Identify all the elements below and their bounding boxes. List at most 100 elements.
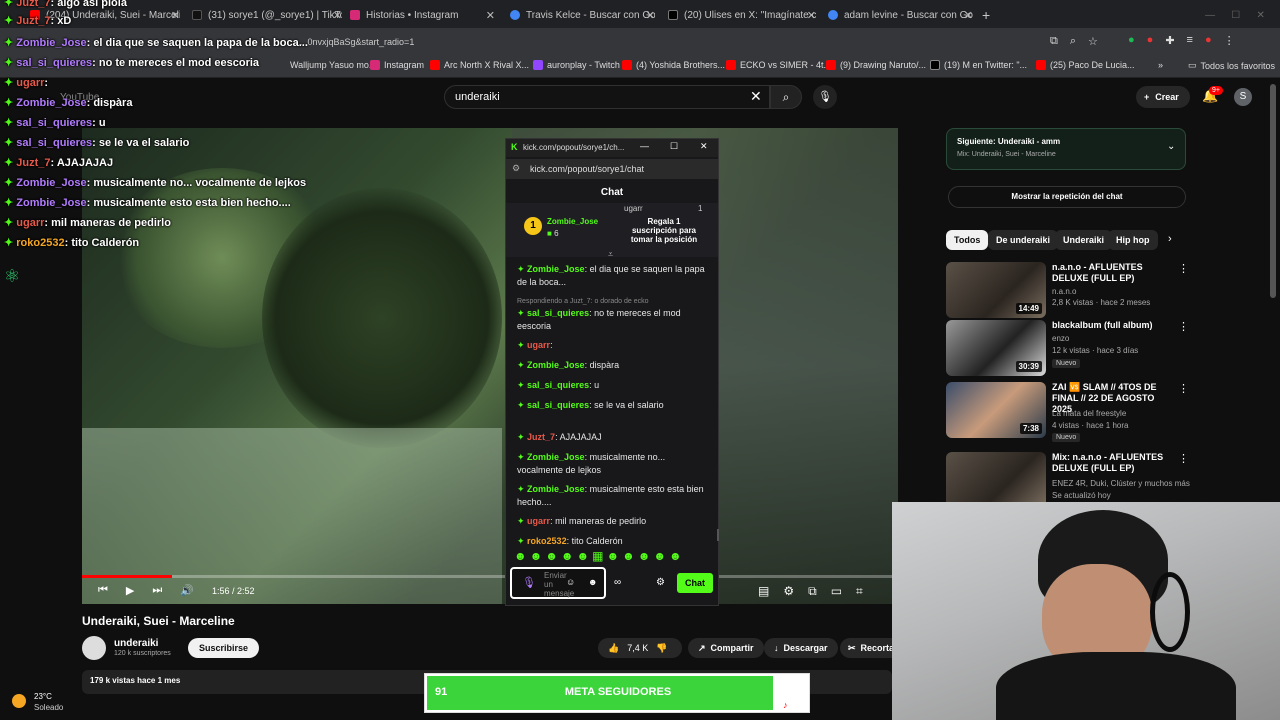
theater-mode-icon[interactable]: ▭: [831, 584, 842, 599]
maximize-icon[interactable]: ☐: [1231, 10, 1240, 21]
next-icon[interactable]: ⏭: [152, 584, 162, 597]
account-avatar[interactable]: S: [1234, 88, 1252, 106]
bookmarks-overflow-button[interactable]: »: [1158, 60, 1163, 70]
chat-message[interactable]: ✦ Juzt_7: AJAJAJAJ: [517, 431, 711, 444]
extensions-puzzle-icon[interactable]: ✚: [1165, 34, 1174, 47]
chat-message[interactable]: ✦ Zombie_Jose: musicalmente esto esta bi…: [517, 483, 711, 509]
close-tab-icon[interactable]: ✕: [807, 9, 816, 22]
chevron-down-icon[interactable]: ⌄: [1167, 141, 1175, 152]
like-icon[interactable]: 👍: [608, 643, 619, 653]
voice-search-button[interactable]: 🎙: [813, 85, 837, 109]
chat-username[interactable]: Juzt_7: [527, 432, 555, 442]
previous-icon[interactable]: ⏮: [98, 584, 108, 597]
all-favorites-folder[interactable]: ▭ Todos los favoritos: [1188, 60, 1275, 71]
chat-username[interactable]: Zombie_Jose: [527, 452, 585, 462]
tab-google-travis[interactable]: Travis Kelce - Buscar con Googl ✕: [510, 4, 655, 26]
create-button[interactable]: + Crear: [1136, 86, 1190, 108]
chat-message[interactable]: ✦ roko2532: tito Calderón: [517, 535, 711, 548]
bookmark-item[interactable]: (9) Drawing Naruto/...: [826, 60, 926, 70]
chat-message[interactable]: ✦ sal_si_quieres: u: [517, 379, 711, 392]
expand-leaderboard-icon[interactable]: ⩡: [608, 249, 613, 260]
clear-search-icon[interactable]: ✕: [750, 88, 762, 105]
more-options-icon[interactable]: ⋮: [1178, 262, 1189, 275]
close-tab-icon[interactable]: ✕: [333, 9, 342, 22]
recommended-video[interactable]: 30:39 blackalbum (full album) enzo 12 k …: [946, 320, 1189, 378]
bookmark-item[interactable]: auronplay - Twitch: [533, 60, 620, 70]
chat-username[interactable]: ugarr: [527, 516, 550, 526]
close-icon[interactable]: ✕: [700, 141, 708, 152]
url-field[interactable]: ...0nvxjqBaSg&start_radio=1: [300, 37, 414, 47]
profile-avatar-icon[interactable]: ●: [1205, 34, 1212, 47]
window-controls[interactable]: — ☐ ✕: [1200, 4, 1270, 26]
viewers-icon[interactable]: ∞: [614, 577, 621, 588]
show-chat-replay-button[interactable]: Mostrar la repetición del chat: [948, 186, 1186, 208]
chat-message[interactable]: ✦ sal_si_quieres: no te mereces el mod e…: [517, 307, 711, 333]
page-scrollbar[interactable]: [1270, 84, 1276, 298]
chat-message[interactable]: ✦ Zombie_Jose: dispàra: [517, 359, 711, 372]
chip-hip-hop[interactable]: Hip hop: [1108, 230, 1158, 250]
tab-tiktok[interactable]: (31) sorye1 (@_sorye1) | TikTok ✕: [192, 4, 342, 26]
search-input[interactable]: underaiki: [444, 85, 770, 109]
bookmark-item[interactable]: (4) Yoshida Brothers...: [622, 60, 725, 70]
send-chat-button[interactable]: Chat: [677, 573, 713, 593]
reading-list-icon[interactable]: ≡: [1187, 34, 1193, 47]
chat-username[interactable]: ugarr: [527, 340, 550, 350]
tab-google-adam[interactable]: adam levine - Buscar con Googl ✕: [828, 4, 973, 26]
maximize-icon[interactable]: ☐: [670, 141, 678, 152]
more-options-icon[interactable]: ⋮: [1178, 452, 1189, 465]
extension-icon[interactable]: ●: [1128, 34, 1135, 47]
recommended-video[interactable]: 7:38 ZAI 🆚 SLAM // 4TOS DE FINAL // 22 D…: [946, 382, 1189, 442]
dislike-icon[interactable]: 👎: [656, 643, 667, 653]
chat-message[interactable]: ✦ sal_si_quieres: se le va el salario: [517, 399, 711, 412]
close-tab-icon[interactable]: ✕: [171, 9, 180, 22]
recommended-video[interactable]: 14:49 n.a.n.o - AFLUENTES DELUXE (FULL E…: [946, 262, 1189, 320]
emote-bar[interactable]: ☻☻☻☻☻▦☻☻☻☻☻: [514, 549, 685, 563]
search-button[interactable]: ⌕: [770, 85, 802, 109]
chat-message[interactable]: ✦ Zombie_Jose: musicalmente no... vocalm…: [517, 451, 711, 477]
clip-button[interactable]: ✂ Recorta: [840, 638, 896, 658]
chat-username[interactable]: sal_si_quieres: [527, 400, 589, 410]
chat-settings-gear-icon[interactable]: ⚙: [656, 577, 665, 588]
chat-message[interactable]: ✦ ugarr: mil maneras de pedirlo: [517, 515, 711, 528]
close-tab-icon[interactable]: ✕: [486, 9, 495, 22]
play-icon[interactable]: ▶: [126, 584, 134, 597]
bookmark-item[interactable]: (19) M en Twitter: "...: [930, 60, 1027, 70]
chip-all[interactable]: Todos: [946, 230, 989, 250]
chat-scrollbar[interactable]: [717, 529, 719, 541]
more-options-icon[interactable]: ⋮: [1178, 320, 1189, 333]
volume-icon[interactable]: 🔊: [180, 584, 194, 597]
chat-username[interactable]: roko2532: [527, 536, 567, 546]
chip-from-underaiki[interactable]: De underaiki: [988, 230, 1059, 250]
video-progress-bar[interactable]: [82, 575, 898, 578]
chat-message[interactable]: ✦ Zombie_Jose: el dia que se saquen la p…: [517, 263, 711, 289]
close-tab-icon[interactable]: ✕: [964, 9, 973, 22]
install-icon[interactable]: ⧉: [1050, 35, 1058, 48]
chips-next-icon[interactable]: ›: [1168, 233, 1172, 245]
chip-underaiki[interactable]: Underaiki: [1055, 230, 1113, 250]
bookmark-item[interactable]: ECKO vs SIMER - 4t...: [726, 60, 831, 70]
microphone-icon[interactable]: 🎙: [522, 576, 536, 589]
chat-username[interactable]: Zombie_Jose: [527, 264, 585, 274]
bookmark-item[interactable]: Walljump Yasuo mo...: [290, 60, 376, 70]
bookmark-item[interactable]: (25) Paco De Lucia...: [1036, 60, 1135, 70]
chat-message-input[interactable]: 🎙 Enviar un mensaje ☺ ☻: [510, 567, 606, 599]
tab-x[interactable]: (20) Ulises en X: "Imagínate cas ✕: [668, 4, 816, 26]
bookmark-star-icon[interactable]: ☆: [1088, 35, 1098, 48]
site-settings-icon[interactable]: ⚙: [512, 163, 520, 174]
extension-icon[interactable]: ●: [1147, 34, 1154, 47]
download-button[interactable]: ↓ Descargar: [764, 638, 838, 658]
settings-gear-icon[interactable]: ⚙: [783, 584, 794, 599]
close-tab-icon[interactable]: ✕: [646, 9, 655, 22]
bookmark-item[interactable]: Instagram: [370, 60, 424, 70]
cast-icon[interactable]: ⌗: [856, 584, 863, 599]
share-button[interactable]: ↗ Compartir: [688, 638, 764, 658]
close-window-icon[interactable]: ✕: [1256, 10, 1264, 21]
new-tab-button[interactable]: +: [982, 4, 996, 26]
zoom-icon[interactable]: ⌕: [1070, 35, 1076, 48]
emoji-icon[interactable]: ☻: [588, 577, 597, 587]
chat-message[interactable]: ✦ ugarr:: [517, 339, 711, 352]
chat-username[interactable]: Zombie_Jose: [527, 360, 585, 370]
bookmark-item[interactable]: Arc North X Rival X...: [430, 60, 529, 70]
miniplayer-icon[interactable]: ⧉: [808, 584, 817, 599]
menu-kebab-icon[interactable]: ⋮: [1224, 34, 1235, 47]
